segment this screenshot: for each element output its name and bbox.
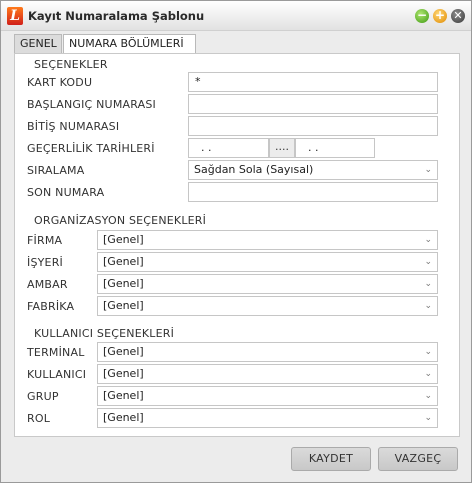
rol-label: ROL bbox=[27, 412, 51, 425]
terminal-label: TERMİNAL bbox=[27, 346, 85, 359]
maximize-button[interactable]: + bbox=[433, 9, 447, 23]
dialog-window: L Kayıt Numaralama Şablonu − + ✕ GENEL N… bbox=[0, 0, 472, 483]
terminal-select[interactable]: [Genel] ⌄ bbox=[97, 342, 438, 362]
window-title: Kayıt Numaralama Şablonu bbox=[28, 9, 205, 23]
section-title-options: SEÇENEKLER bbox=[34, 58, 108, 71]
bitis-numarasi-field[interactable] bbox=[188, 116, 438, 136]
chevron-down-icon[interactable]: ⌄ bbox=[424, 343, 432, 361]
chevron-down-icon[interactable]: ⌄ bbox=[424, 253, 432, 271]
son-numara-label: SON NUMARA bbox=[27, 186, 105, 199]
gecerlilik-start-date-field[interactable]: . . bbox=[188, 138, 269, 158]
firma-label: FİRMA bbox=[27, 234, 63, 247]
chevron-down-icon[interactable]: ⌄ bbox=[424, 275, 432, 293]
grup-select[interactable]: [Genel] ⌄ bbox=[97, 386, 438, 406]
kart-kodu-field[interactable]: * bbox=[188, 72, 438, 92]
rol-select[interactable]: [Genel] ⌄ bbox=[97, 408, 438, 428]
kullanici-select[interactable]: [Genel] ⌄ bbox=[97, 364, 438, 384]
chevron-down-icon[interactable]: ⌄ bbox=[424, 231, 432, 249]
chevron-down-icon[interactable]: ⌄ bbox=[424, 297, 432, 315]
chevron-down-icon[interactable]: ⌄ bbox=[424, 387, 432, 405]
section-title-user: KULLANICI SEÇENEKLERİ bbox=[34, 327, 175, 340]
baslangic-numarasi-label: BAŞLANGIÇ NUMARASI bbox=[27, 98, 156, 111]
tab-numara-bolumleri[interactable]: NUMARA BÖLÜMLERİ bbox=[63, 34, 196, 54]
kullanici-label: KULLANICI bbox=[27, 368, 87, 381]
grup-value: [Genel] bbox=[103, 389, 144, 402]
isyeri-label: İŞYERİ bbox=[27, 256, 63, 269]
terminal-value: [Genel] bbox=[103, 345, 144, 358]
gecerlilik-end-date-field[interactable]: . . bbox=[295, 138, 375, 158]
grup-label: GRUP bbox=[27, 390, 59, 403]
siralama-value: Sağdan Sola (Sayısal) bbox=[194, 163, 314, 176]
ambar-value: [Genel] bbox=[103, 277, 144, 290]
title-bar[interactable]: L Kayıt Numaralama Şablonu − + ✕ bbox=[1, 1, 471, 31]
baslangic-numarasi-field[interactable] bbox=[188, 94, 438, 114]
app-logo-icon: L bbox=[7, 7, 23, 25]
gecerlilik-tarihleri-label: GEÇERLİLİK TARİHLERİ bbox=[27, 142, 155, 155]
firma-select[interactable]: [Genel] ⌄ bbox=[97, 230, 438, 250]
date-range-button[interactable]: .... bbox=[269, 138, 295, 158]
cancel-button[interactable]: VAZGEÇ bbox=[378, 447, 458, 471]
section-title-organization: ORGANİZASYON SEÇENEKLERİ bbox=[34, 214, 207, 227]
close-button[interactable]: ✕ bbox=[451, 9, 465, 23]
tab-genel[interactable]: GENEL bbox=[14, 34, 62, 54]
chevron-down-icon[interactable]: ⌄ bbox=[424, 161, 432, 179]
fabrika-value: [Genel] bbox=[103, 299, 144, 312]
fabrika-select[interactable]: [Genel] ⌄ bbox=[97, 296, 438, 316]
firma-value: [Genel] bbox=[103, 233, 144, 246]
siralama-label: SIRALAMA bbox=[27, 164, 85, 177]
son-numara-field[interactable] bbox=[188, 182, 438, 202]
rol-value: [Genel] bbox=[103, 411, 144, 424]
kullanici-value: [Genel] bbox=[103, 367, 144, 380]
save-button[interactable]: KAYDET bbox=[291, 447, 371, 471]
ambar-label: AMBAR bbox=[27, 278, 68, 291]
isyeri-select[interactable]: [Genel] ⌄ bbox=[97, 252, 438, 272]
isyeri-value: [Genel] bbox=[103, 255, 144, 268]
minimize-button[interactable]: − bbox=[415, 9, 429, 23]
chevron-down-icon[interactable]: ⌄ bbox=[424, 409, 432, 427]
fabrika-label: FABRİKA bbox=[27, 300, 75, 313]
bitis-numarasi-label: BİTİŞ NUMARASI bbox=[27, 120, 120, 133]
ambar-select[interactable]: [Genel] ⌄ bbox=[97, 274, 438, 294]
siralama-select[interactable]: Sağdan Sola (Sayısal) ⌄ bbox=[188, 160, 438, 180]
chevron-down-icon[interactable]: ⌄ bbox=[424, 365, 432, 383]
kart-kodu-label: KART KODU bbox=[27, 76, 93, 89]
